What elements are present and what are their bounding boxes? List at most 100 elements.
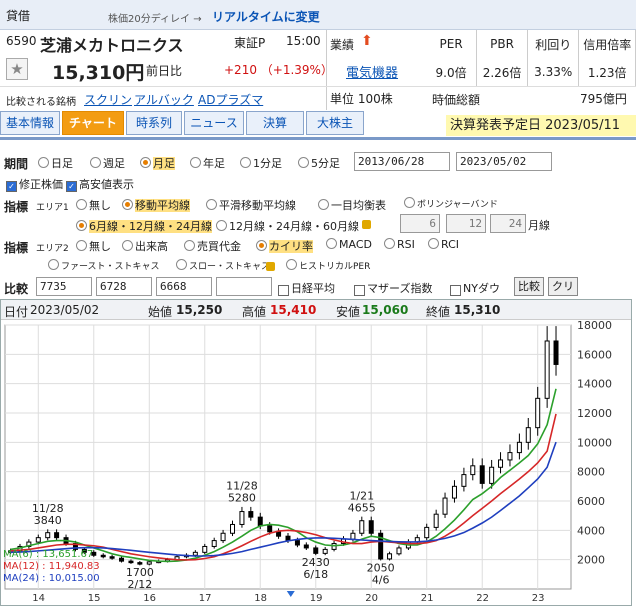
- annotation-label: 2/12: [127, 578, 152, 591]
- close-label: 終値: [426, 305, 451, 319]
- ind2-rsi[interactable]: RSI: [384, 238, 415, 251]
- period-weekly[interactable]: 週足: [90, 155, 125, 171]
- ma-set-2[interactable]: 12月線・24月線・60月線: [216, 218, 359, 234]
- period-monthly[interactable]: 月足: [140, 155, 175, 171]
- annotation-label: 6/18: [303, 568, 328, 581]
- radio-icon: [140, 157, 151, 168]
- ind2-slow-stoch[interactable]: スロー・ストキャス: [176, 259, 270, 272]
- candle-body: [257, 516, 263, 527]
- candle-body: [359, 520, 365, 534]
- custom-ma-1[interactable]: 6: [400, 214, 440, 233]
- legend-label: MA(6) : 13,651.67: [3, 549, 93, 560]
- y-tick-label: 14000: [577, 378, 612, 391]
- stat-value: 9.0倍: [426, 58, 478, 86]
- low-label: 安値: [336, 305, 361, 319]
- nydow-checkbox[interactable]: ✓NYダウ: [450, 280, 500, 296]
- candle-body: [230, 523, 236, 534]
- custom-ma-2[interactable]: 12: [446, 214, 486, 233]
- lock-icon: [362, 220, 371, 229]
- radio-icon: [216, 220, 227, 231]
- period-daily[interactable]: 日足: [38, 155, 73, 171]
- ma-set-1[interactable]: 6月線・12月線・24月線: [76, 218, 212, 234]
- x-tick-label: 21: [421, 593, 434, 604]
- adjusted-price-checkbox[interactable]: ✓ 修正株価: [6, 176, 63, 192]
- tab-shareholders[interactable]: 大株主: [306, 111, 364, 135]
- candle-body: [211, 540, 217, 547]
- tab-basic-info[interactable]: 基本情報: [0, 111, 60, 135]
- ind2-turnover[interactable]: 売買代金: [184, 238, 241, 254]
- market-label: 東証P: [234, 36, 266, 50]
- compare-code-4[interactable]: [216, 277, 272, 296]
- compare-link-2[interactable]: アルバック: [134, 91, 194, 108]
- checkbox-icon: ✓: [6, 181, 17, 192]
- realtime-link[interactable]: リアルタイムに変更: [212, 8, 320, 25]
- ind2-macd[interactable]: MACD: [326, 238, 372, 251]
- high-label: 高値: [242, 305, 267, 319]
- custom-ma-3[interactable]: 24: [490, 214, 526, 233]
- compare-code-1[interactable]: 7735: [36, 277, 92, 296]
- compare-code-3[interactable]: 6668: [156, 277, 212, 296]
- candle-body: [451, 485, 457, 499]
- price-chart[interactable]: 11/28384017002/1211/28528024306/181/2146…: [1, 321, 631, 605]
- indicator2-label: 指標: [4, 241, 29, 255]
- candle-body: [535, 397, 541, 429]
- tab-chart[interactable]: チャート: [62, 111, 124, 135]
- period-5min[interactable]: 5分足: [298, 155, 340, 171]
- candle-body: [303, 544, 309, 549]
- tab-news[interactable]: ニュース: [184, 111, 244, 135]
- ind1-sma[interactable]: 移動平均線: [122, 197, 190, 213]
- compare-button[interactable]: 比較: [514, 277, 544, 296]
- candle-body: [544, 340, 550, 399]
- ind2-fast-stoch[interactable]: ファースト・ストキャス: [48, 259, 160, 272]
- radio-icon: [122, 199, 133, 210]
- tab-earnings[interactable]: 決算: [246, 111, 304, 135]
- period-yearly[interactable]: 年足: [190, 155, 225, 171]
- tab-timeseries[interactable]: 時系列: [126, 111, 182, 135]
- radio-icon: [90, 157, 101, 168]
- ind1-ema[interactable]: 平滑移動平均線: [206, 197, 296, 213]
- candle-body: [276, 531, 282, 537]
- candle-body: [525, 427, 531, 443]
- checkbox-icon: ✓: [66, 181, 77, 192]
- candle-body: [313, 547, 319, 554]
- compare-code-2[interactable]: 6728: [96, 277, 152, 296]
- radio-icon: [256, 240, 267, 251]
- radio-icon: [176, 259, 187, 270]
- favorite-star-icon[interactable]: ★: [6, 58, 28, 80]
- ind2-rci[interactable]: RCI: [428, 238, 459, 251]
- indicator1-label: 指標: [4, 200, 29, 214]
- stat-value: 2.26倍: [476, 58, 528, 86]
- x-tick-label: 22: [476, 593, 489, 604]
- ind2-none[interactable]: 無し: [76, 238, 111, 254]
- radio-icon: [76, 240, 87, 251]
- clear-button[interactable]: クリア: [548, 277, 578, 310]
- radio-icon: [384, 238, 395, 249]
- checkbox-icon: ✓: [450, 285, 461, 296]
- y-tick-label: 10000: [577, 436, 612, 449]
- compare-link-3[interactable]: ADプラズマ: [198, 91, 263, 108]
- date-to-input[interactable]: 2023/05/02: [456, 152, 552, 171]
- candle-body: [461, 474, 467, 487]
- period-1min[interactable]: 1分足: [240, 155, 282, 171]
- ind1-none[interactable]: 無し: [76, 197, 111, 213]
- stat-header: PBR: [476, 30, 528, 58]
- candle-body: [424, 526, 430, 539]
- stat-value: 3.33%: [527, 58, 580, 86]
- highlow-checkbox[interactable]: ✓ 高安値表示: [66, 176, 134, 192]
- open-label: 始値: [148, 305, 173, 319]
- industry-link[interactable]: 電気機器: [346, 62, 398, 81]
- ind2-hist-per[interactable]: ヒストリカルPER: [286, 259, 370, 272]
- ind1-bollinger[interactable]: ボリンジャーバンド: [404, 197, 498, 210]
- date-from-input[interactable]: 2013/06/28: [354, 152, 450, 171]
- compare-link-1[interactable]: スクリン: [84, 91, 132, 108]
- ind2-volume[interactable]: 出来高: [122, 238, 168, 254]
- radio-icon: [240, 157, 251, 168]
- industry-label: 業績: [330, 38, 355, 52]
- x-axis: 14 15 16 17 18 19 20 21 22 23: [32, 593, 544, 604]
- ind1-ichimoku[interactable]: 一目均衡表: [318, 197, 386, 213]
- radio-icon: [298, 157, 309, 168]
- mothers-checkbox[interactable]: ✓マザーズ指数: [354, 280, 432, 296]
- ind2-deviation[interactable]: カイリ率: [256, 238, 313, 254]
- trading-unit: 単位 100株: [330, 92, 393, 106]
- nikkei-checkbox[interactable]: ✓日経平均: [278, 280, 335, 296]
